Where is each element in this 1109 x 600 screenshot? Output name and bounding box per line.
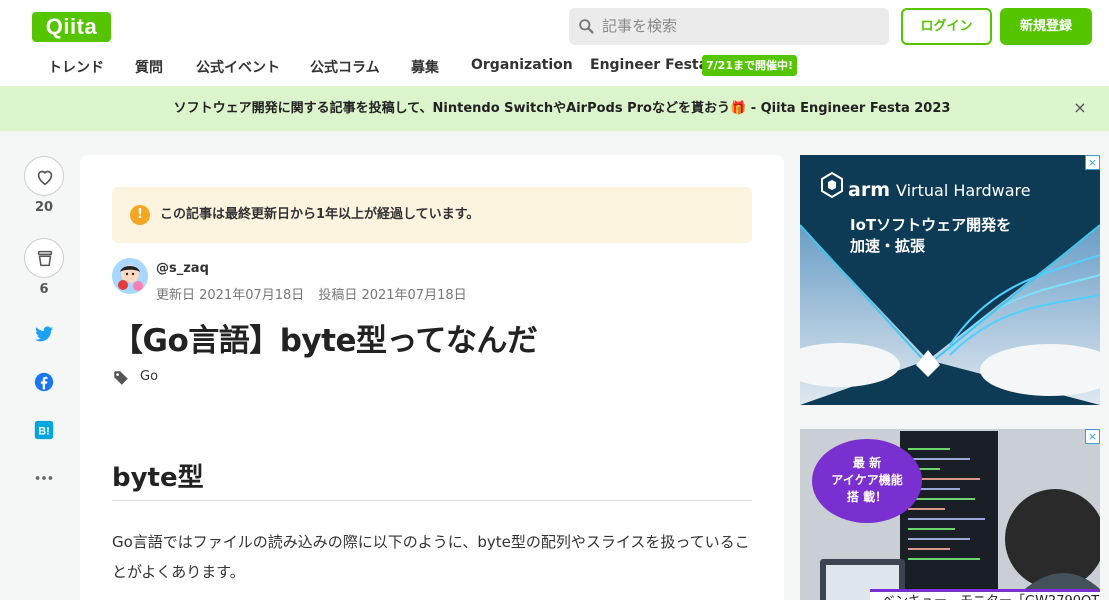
search-input[interactable]: 記事を検索 — [569, 8, 889, 45]
search-icon — [579, 19, 594, 34]
stock-button[interactable] — [24, 238, 64, 278]
signup-button[interactable]: 新規登録 — [1000, 8, 1092, 45]
festa-badge[interactable]: 7/21まで開催中! — [702, 55, 797, 76]
stock-icon — [37, 250, 53, 267]
heading-divider — [112, 500, 752, 501]
ad2-feature-bubble: 最 新 アイケア機能 搭 載！ — [812, 439, 922, 523]
hatena-bookmark-icon[interactable]: B! — [33, 419, 55, 441]
main-nav: トレンド 質問 公式イベント 公式コラム 募集 Organization Eng… — [0, 50, 1109, 82]
article-dates: 更新日 2021年07月18日 投稿日 2021年07月18日 — [156, 284, 467, 303]
search-placeholder: 記事を検索 — [602, 17, 678, 35]
ad1-brand: arm Virtual Hardware — [848, 179, 1031, 201]
updated-date: 更新日 2021年07月18日 — [156, 288, 305, 303]
adchoices-icon[interactable]: × — [1085, 155, 1100, 170]
notice-text: この記事は最終更新日から1年以上が経過しています。 — [160, 207, 480, 222]
nav-item-questions[interactable]: 質問 — [135, 57, 163, 77]
ad1-line1: IoTソフトウェア開発を — [850, 216, 1012, 234]
article-paragraph: Go言語ではファイルの読み込みの際に以下のように、byte型の配列やスライスを扱… — [112, 533, 750, 581]
like-count: 20 — [34, 200, 54, 215]
ad2-caption: ベンキュー モニター「GW2790QT」 — [870, 589, 1100, 600]
section-heading: byte型 — [112, 463, 204, 493]
outdated-notice: ! この記事は最終更新日から1年以上が経過しています。 — [112, 187, 752, 243]
tag-icon — [114, 371, 128, 385]
qiita-logo[interactable]: Qiita — [32, 12, 111, 42]
like-button[interactable] — [24, 156, 64, 196]
banner-text[interactable]: ソフトウェア開発に関する記事を投稿して、Nintendo SwitchやAirP… — [0, 86, 1109, 131]
ad-benq-monitor[interactable]: 最 新 アイケア機能 搭 載！ ベンキュー モニター「GW2790QT」 × — [800, 429, 1100, 600]
more-options-icon[interactable] — [33, 467, 55, 489]
ad1-brand-text: Virtual Hardware — [896, 181, 1031, 200]
close-icon[interactable]: × — [1070, 98, 1090, 118]
author-name[interactable]: @s_zaq — [156, 261, 209, 276]
nav-item-official-columns[interactable]: 公式コラム — [310, 57, 380, 77]
site-header: Qiita 記事を検索 ログイン 新規登録 トレンド 質問 公式イベント 公式コ… — [0, 0, 1109, 86]
nav-item-trend[interactable]: トレンド — [48, 57, 104, 77]
ad2-bubble-line3: 搭 載！ — [846, 490, 888, 504]
ad1-brand-bold: arm — [848, 179, 890, 201]
nav-item-engineer-festa[interactable]: Engineer Festa — [590, 57, 708, 73]
stock-count: 6 — [39, 282, 49, 297]
nav-item-organization[interactable]: Organization — [471, 57, 573, 73]
login-button[interactable]: ログイン — [901, 8, 992, 45]
article-card: ! この記事は最終更新日から1年以上が経過しています。 @s_zaq 更新日 2… — [80, 155, 784, 600]
warning-icon: ! — [130, 205, 150, 225]
svg-text:B!: B! — [38, 426, 50, 438]
heart-icon — [37, 170, 53, 186]
nav-item-recruiting[interactable]: 募集 — [411, 57, 439, 77]
ad-arm-virtual-hardware[interactable]: arm Virtual Hardware IoTソフトウェア開発を 加速・拡張 × — [800, 155, 1100, 405]
posted-date: 投稿日 2021年07月18日 — [318, 288, 467, 303]
nav-item-official-events[interactable]: 公式イベント — [196, 57, 280, 77]
article-title: 【Go言語】byte型ってなんだ — [112, 323, 538, 359]
tag-go[interactable]: Go — [140, 369, 158, 384]
facebook-icon[interactable] — [33, 371, 55, 393]
avatar-image — [112, 258, 148, 294]
twitter-icon[interactable] — [33, 323, 55, 345]
ad2-bubble-line1: 最 新 — [852, 456, 882, 470]
ad1-line2: 加速・拡張 — [850, 237, 926, 255]
ad2-bubble-line2: アイケア機能 — [831, 473, 903, 487]
announcement-banner[interactable]: ソフトウェア開発に関する記事を投稿して、Nintendo SwitchやAirP… — [0, 86, 1109, 131]
author-avatar[interactable] — [112, 258, 148, 294]
adchoices-icon[interactable]: × — [1085, 429, 1100, 444]
